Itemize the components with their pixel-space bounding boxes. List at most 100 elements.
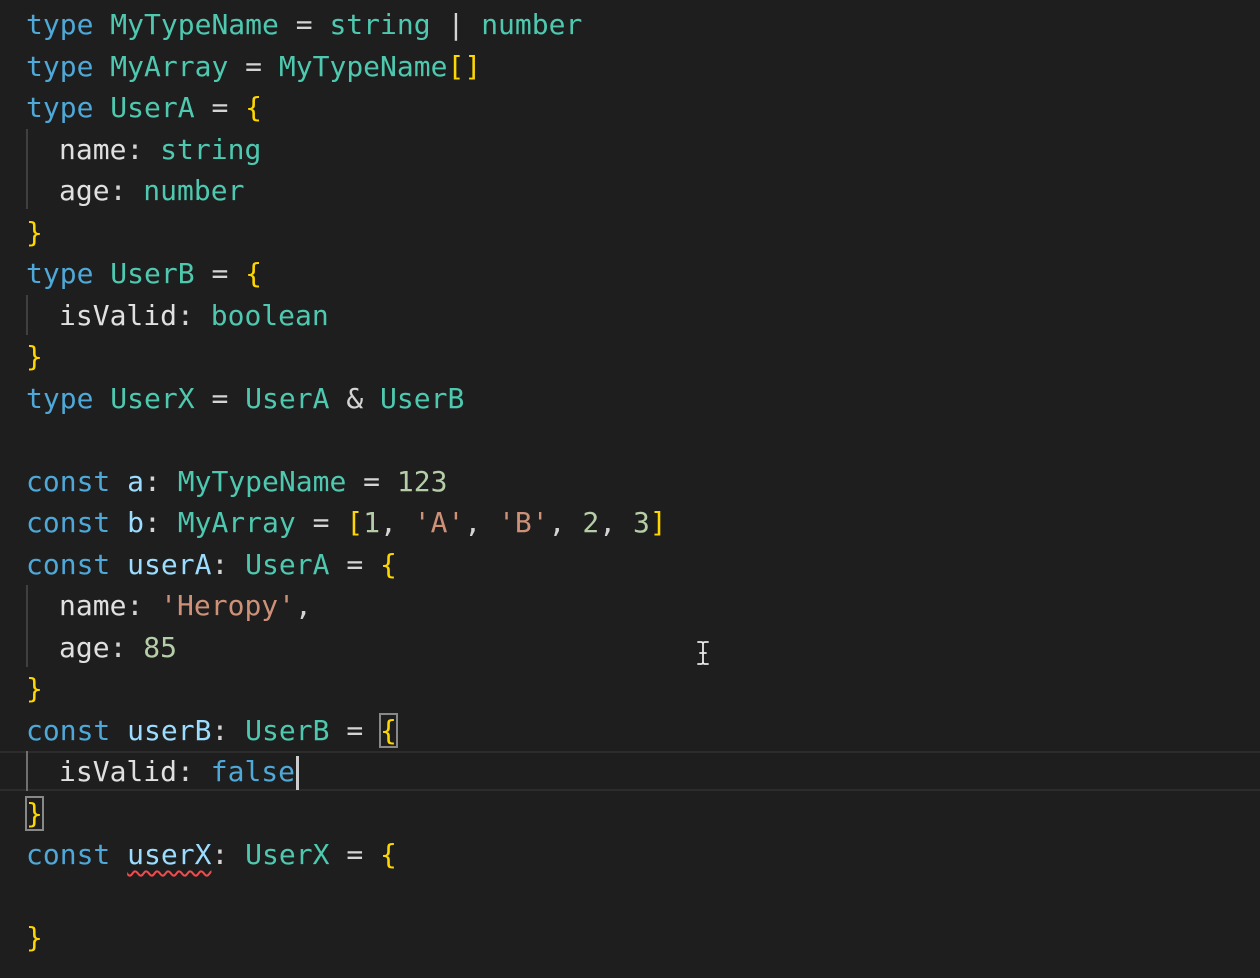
code-line[interactable]: age: 85 xyxy=(26,627,667,669)
operator: = xyxy=(346,838,364,871)
colon: : xyxy=(109,630,127,664)
code-line[interactable]: type MyArray = MyTypeName[] xyxy=(26,46,667,88)
number-literal: 85 xyxy=(143,630,178,664)
number-literal: 2 xyxy=(582,506,600,539)
property-key: age xyxy=(59,630,110,664)
keyword-const: const xyxy=(26,506,111,539)
keyword-const: const xyxy=(26,464,111,498)
property-key: isValid xyxy=(59,298,178,332)
operator: = xyxy=(211,91,229,124)
code-line[interactable]: type UserB = { xyxy=(26,253,667,295)
code-line-empty[interactable] xyxy=(26,876,667,918)
type-name: MyTypeName xyxy=(110,8,279,41)
type-reference: MyArray xyxy=(177,506,296,539)
current-code-line[interactable]: isValid: false xyxy=(26,751,667,793)
colon: : xyxy=(109,174,127,207)
operator: = xyxy=(346,547,364,581)
operator: = xyxy=(363,464,381,498)
string-literal: 'B' xyxy=(498,506,549,539)
operator: = xyxy=(346,713,364,747)
code-lines[interactable]: type MyTypeName = string | number type M… xyxy=(25,4,667,959)
number-literal: 3 xyxy=(632,506,650,539)
comma: , xyxy=(548,506,566,539)
code-line[interactable]: const userB: UserB = { xyxy=(26,710,667,752)
string-literal: 'A' xyxy=(413,506,465,539)
keyword-type: type xyxy=(26,381,94,415)
operator: = xyxy=(245,49,263,83)
number-literal: 1 xyxy=(363,506,381,539)
boolean-literal: false xyxy=(210,755,296,788)
type-reference: UserX xyxy=(245,838,330,871)
open-brace: { xyxy=(245,257,263,290)
union-operator: | xyxy=(447,8,465,41)
text-caret xyxy=(296,756,300,790)
primitive-type: number xyxy=(481,8,583,41)
code-line[interactable]: } xyxy=(26,917,667,959)
operator: = xyxy=(211,257,229,290)
type-reference: UserB xyxy=(380,381,465,415)
code-line[interactable]: } xyxy=(26,668,667,710)
code-line-empty[interactable] xyxy=(26,419,667,461)
keyword-type: type xyxy=(26,257,94,290)
code-line[interactable]: isValid: boolean xyxy=(26,295,667,337)
open-brace: { xyxy=(245,91,263,124)
variable-name: a xyxy=(127,464,145,498)
code-line[interactable]: type MyTypeName = string | number xyxy=(26,4,667,46)
close-bracket: ] xyxy=(649,506,667,539)
matched-open-brace: { xyxy=(379,712,398,748)
close-brace: } xyxy=(26,921,43,954)
comma: , xyxy=(464,506,482,539)
close-brace: } xyxy=(26,672,43,705)
colon: : xyxy=(211,838,229,871)
keyword-const: const xyxy=(26,838,111,871)
code-line[interactable]: const userA: UserA = { xyxy=(26,544,667,586)
code-line[interactable]: const userX: UserX = { xyxy=(26,834,667,876)
keyword-type: type xyxy=(26,8,94,41)
open-brace: { xyxy=(380,547,397,581)
colon: : xyxy=(177,298,194,332)
colon: : xyxy=(177,755,194,788)
type-reference: UserB xyxy=(245,713,330,747)
type-name: UserB xyxy=(110,257,195,290)
primitive-type: boolean xyxy=(210,298,329,332)
code-line[interactable]: } xyxy=(26,212,667,254)
code-line[interactable]: age: number xyxy=(26,170,667,212)
code-line[interactable]: type UserX = UserA & UserB xyxy=(26,378,667,420)
matched-close-brace: } xyxy=(25,795,44,831)
colon: : xyxy=(126,589,144,622)
array-brackets: [] xyxy=(447,49,482,83)
close-brace: } xyxy=(26,340,43,373)
variable-name: b xyxy=(127,506,145,539)
keyword-const: const xyxy=(26,713,111,747)
keyword-type: type xyxy=(26,91,94,124)
variable-name-error[interactable]: userX xyxy=(127,838,211,871)
comma: , xyxy=(295,589,312,622)
type-reference: MyTypeName xyxy=(177,464,347,498)
comma: , xyxy=(380,506,397,539)
code-line[interactable]: } xyxy=(25,793,667,835)
property-key: age xyxy=(59,174,110,207)
code-line[interactable]: name: string xyxy=(26,129,667,171)
property-key: name xyxy=(59,132,127,166)
type-name: MyArray xyxy=(110,49,229,83)
colon: : xyxy=(144,464,161,498)
type-reference: UserA xyxy=(245,381,330,415)
colon: : xyxy=(126,132,144,166)
primitive-type: string xyxy=(160,132,262,166)
code-line[interactable]: name: 'Heropy', xyxy=(26,585,667,627)
code-line[interactable]: const b: MyArray = [1, 'A', 'B', 2, 3] xyxy=(26,502,667,544)
variable-name: userA xyxy=(127,547,212,581)
code-editor[interactable]: type MyTypeName = string | number type M… xyxy=(0,0,1260,978)
primitive-type: string xyxy=(329,8,431,41)
comma: , xyxy=(599,506,617,539)
code-line[interactable]: type UserA = { xyxy=(26,87,667,129)
type-reference: UserA xyxy=(245,547,330,581)
keyword-const: const xyxy=(26,547,111,581)
property-key: isValid xyxy=(59,755,178,788)
variable-name: userB xyxy=(127,713,212,747)
code-line[interactable]: } xyxy=(26,336,667,378)
open-bracket: [ xyxy=(346,506,364,539)
code-line[interactable]: const a: MyTypeName = 123 xyxy=(26,461,667,503)
number-literal: 123 xyxy=(396,464,448,498)
operator: = xyxy=(295,8,313,41)
